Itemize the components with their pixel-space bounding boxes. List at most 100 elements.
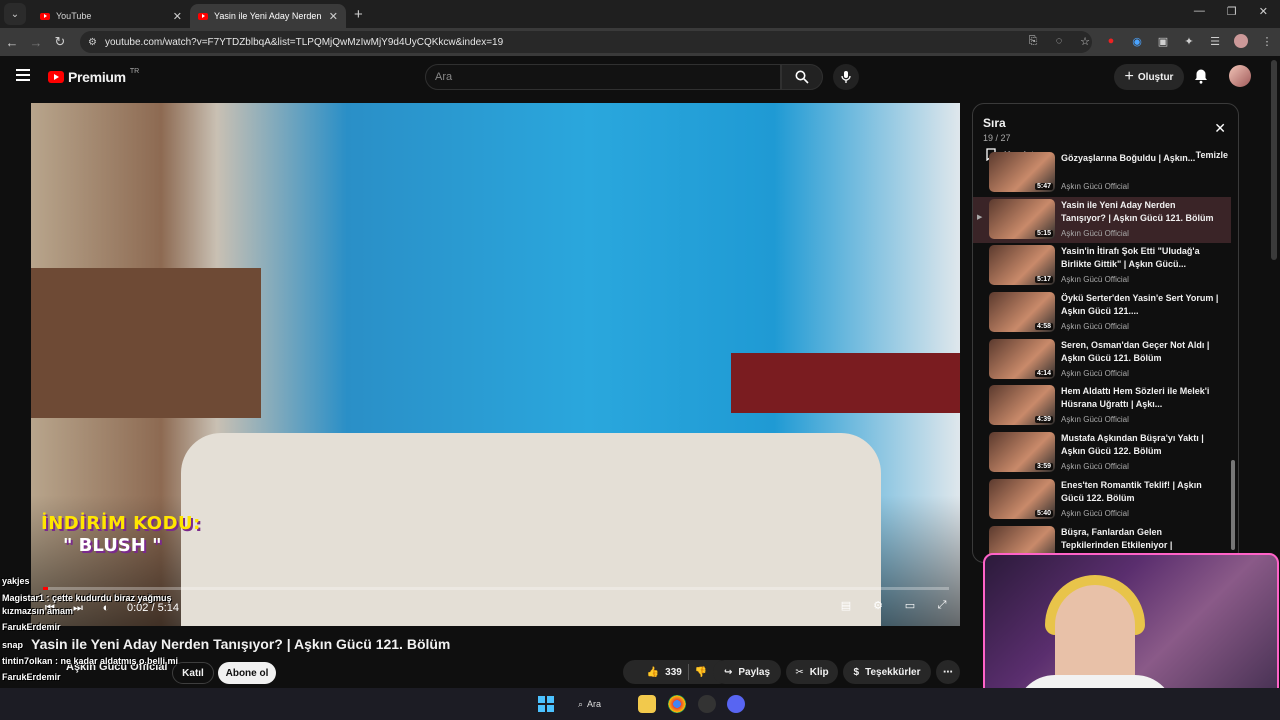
eye-off-icon[interactable]: ◌ — [1052, 34, 1066, 48]
fullscreen-icon[interactable]: ⤢ — [935, 598, 949, 612]
queue-title: Sıra — [983, 116, 1006, 130]
queue-item-thumbnail[interactable]: 5:40 — [989, 478, 1055, 519]
restore-icon[interactable]: ❐ — [1227, 5, 1237, 18]
browser-menu-icon[interactable]: ⋮ — [1260, 34, 1274, 48]
queue-item-thumbnail[interactable]: 3:59 — [989, 432, 1055, 473]
queue-item-thumbnail[interactable]: 4:39 — [989, 385, 1055, 426]
queue-item[interactable]: 5:17 Yasin'in İtirafı Şok Etti "Uludağ'a … — [973, 243, 1231, 289]
promo-code-value: " BLUSH " — [63, 535, 162, 556]
address-bar[interactable]: ⚙ youtube.com/watch?v=F7YTDZblbqA&list=T… — [80, 31, 1092, 53]
volume-icon[interactable]: ◐ — [99, 601, 113, 615]
more-actions-button[interactable]: ⋯ — [936, 660, 960, 684]
queue-count: 19 / 27 — [983, 133, 1011, 143]
back-icon[interactable]: ← — [0, 35, 24, 50]
file-explorer-icon[interactable] — [638, 695, 656, 713]
queue-item-meta: Öykü Serter'den Yasin'e Sert Yorum | Aşk… — [1061, 292, 1221, 331]
queue-item-thumbnail[interactable]: 5:17 — [989, 245, 1055, 286]
page-scrollbar[interactable] — [1271, 60, 1277, 260]
window-controls: — ❐ ✕ — [1194, 5, 1268, 18]
app-icon[interactable] — [698, 695, 716, 713]
queue-item-thumbnail[interactable]: 5:15 — [989, 198, 1055, 239]
queue-item[interactable]: 3:59 Mustafa Aşkından Büşra'yı Yaktı | Aş… — [973, 430, 1231, 476]
queue-item[interactable]: 4:58 Öykü Serter'den Yasin'e Sert Yorum |… — [973, 290, 1231, 336]
extension-blue-icon[interactable]: ◉ — [1130, 34, 1144, 48]
discord-icon[interactable] — [727, 695, 745, 713]
like-button[interactable]: 👍 339 — [647, 667, 682, 678]
next-icon[interactable]: ⏭ — [71, 601, 85, 615]
queue-item-title[interactable]: Büşra, Fanlardan Gelen Tepkilerinden Etk… — [1061, 526, 1221, 552]
queue-item-thumbnail[interactable]: 4:58 — [989, 292, 1055, 333]
queue-item-title[interactable]: Öykü Serter'den Yasin'e Sert Yorum | Aşk… — [1061, 292, 1221, 318]
voice-search-button[interactable] — [833, 64, 859, 90]
minimize-icon[interactable]: — — [1194, 5, 1205, 18]
subscribe-button[interactable]: Abone ol — [218, 662, 276, 684]
thanks-button[interactable]: $ Teşekkürler — [843, 660, 931, 684]
browser-tab-youtube[interactable]: YouTube ✕ — [32, 4, 190, 28]
new-tab-icon[interactable]: + — [354, 6, 363, 23]
queue-item[interactable]: 4:39 Hem Aldattı Hem Sözleri ile Melek'i … — [973, 383, 1231, 429]
theater-mode-icon[interactable]: ▭ — [903, 598, 917, 612]
queue-item-channel: Aşkın Gücü Official — [1061, 228, 1129, 238]
queue-item[interactable]: 4:14 Seren, Osman'dan Geçer Not Aldı | Aş… — [973, 337, 1231, 383]
join-button[interactable]: Katıl — [172, 662, 214, 684]
queue-item-duration: 4:14 — [1034, 369, 1053, 377]
subtitles-icon[interactable]: ▤ — [839, 598, 853, 612]
queue-item[interactable]: 5:40 Enes'ten Romantik Teklif! | Aşkın Gü… — [973, 477, 1231, 523]
queue-item-title[interactable]: Yasin ile Yeni Aday Nerden Tanışıyor? | … — [1061, 199, 1221, 225]
clip-button[interactable]: ✂ Klip — [786, 660, 838, 684]
close-icon[interactable]: ✕ — [1214, 120, 1226, 137]
queue-item-title[interactable]: Seren, Osman'dan Geçer Not Aldı | Aşkın … — [1061, 339, 1221, 365]
queue-item[interactable]: 5:47 Gözyaşlarına Boğuldu | Aşkın... Aşkın… — [973, 150, 1231, 196]
taskbar-search[interactable]: ⌕ Ara — [578, 695, 634, 713]
account-avatar[interactable] — [1229, 65, 1251, 87]
search-icon — [795, 70, 809, 84]
queue-item-title[interactable]: Enes'ten Romantik Teklif! | Aşkın Gücü 1… — [1061, 479, 1221, 505]
queue-item[interactable]: ▶ 5:15 Yasin ile Yeni Aday Nerden Tanışıyo… — [973, 196, 1231, 243]
extension-red-icon[interactable]: ● — [1104, 34, 1118, 48]
windows-start-icon[interactable] — [538, 696, 554, 712]
notifications-bell-icon[interactable] — [1193, 68, 1209, 84]
search-button[interactable] — [781, 64, 823, 90]
create-label: Oluştur — [1137, 71, 1174, 83]
video-player[interactable]: İNDİRİM KODU: " BLUSH " — [31, 103, 960, 626]
profile-icon[interactable] — [1234, 34, 1248, 48]
url-text: youtube.com/watch?v=F7YTDZblbqA&list=TLP… — [104, 36, 504, 48]
close-window-icon[interactable]: ✕ — [1259, 5, 1268, 18]
extensions-puzzle-icon[interactable]: ✦ — [1182, 34, 1196, 48]
extension-icon[interactable]: ▣ — [1156, 34, 1170, 48]
browser-tab-active[interactable]: Yasin ile Yeni Aday Nerden Tanışıyor? ✕ — [190, 4, 346, 28]
install-app-icon[interactable]: ⎘ — [1026, 34, 1040, 48]
dislike-button[interactable]: 👎 — [695, 667, 707, 678]
tab-search-button[interactable]: ⌄ — [4, 3, 26, 25]
queue-scroll-thumb[interactable] — [1231, 460, 1235, 550]
forward-icon[interactable]: → — [24, 35, 48, 50]
reload-icon[interactable]: ↻ — [48, 34, 72, 50]
create-button[interactable]: + Oluştur — [1114, 64, 1184, 90]
close-tab-icon[interactable]: ✕ — [329, 10, 338, 23]
bookmark-star-icon[interactable]: ☆ — [1078, 34, 1092, 48]
queue-item-title[interactable]: Hem Aldattı Hem Sözleri ile Melek'i Hüsr… — [1061, 385, 1221, 411]
queue-scrollbar[interactable] — [1231, 170, 1235, 560]
video-progress-bar[interactable] — [43, 587, 949, 590]
close-tab-icon[interactable]: ✕ — [173, 10, 182, 23]
share-label: Paylaş — [738, 666, 771, 678]
youtube-favicon-icon — [40, 12, 50, 20]
queue-item-title[interactable]: Mustafa Aşkından Büşra'yı Yaktı | Aşkın … — [1061, 432, 1221, 458]
youtube-premium-logo[interactable]: Premium TR — [48, 68, 139, 85]
chat-message: yakjes — [2, 576, 30, 586]
settings-gear-icon[interactable]: ⚙ — [871, 598, 885, 612]
chat-message: kızmazsın amam — [2, 606, 74, 616]
share-button[interactable]: ↪ Paylaş — [713, 660, 781, 684]
site-info-icon[interactable]: ⚙ — [88, 37, 97, 48]
queue-item-title[interactable]: Gözyaşlarına Boğuldu | Aşkın... — [1061, 152, 1221, 178]
youtube-header: Premium TR Ara + Oluştur — [0, 56, 1280, 98]
chat-message: tintin7olkan : ne kadar aldatmış o belli… — [2, 656, 179, 666]
menu-icon[interactable] — [16, 69, 30, 81]
reading-list-icon[interactable]: ☰ — [1208, 34, 1222, 48]
queue-item-meta: Yasin'in İtirafı Şok Etti "Uludağ'a Birl… — [1061, 245, 1221, 284]
chrome-icon[interactable] — [668, 695, 686, 713]
search-input[interactable]: Ara — [425, 64, 781, 90]
queue-item-title[interactable]: Yasin'in İtirafı Şok Etti "Uludağ'a Birl… — [1061, 245, 1221, 271]
queue-item-thumbnail[interactable]: 5:47 — [989, 152, 1055, 192]
queue-item-thumbnail[interactable]: 4:14 — [989, 338, 1055, 379]
